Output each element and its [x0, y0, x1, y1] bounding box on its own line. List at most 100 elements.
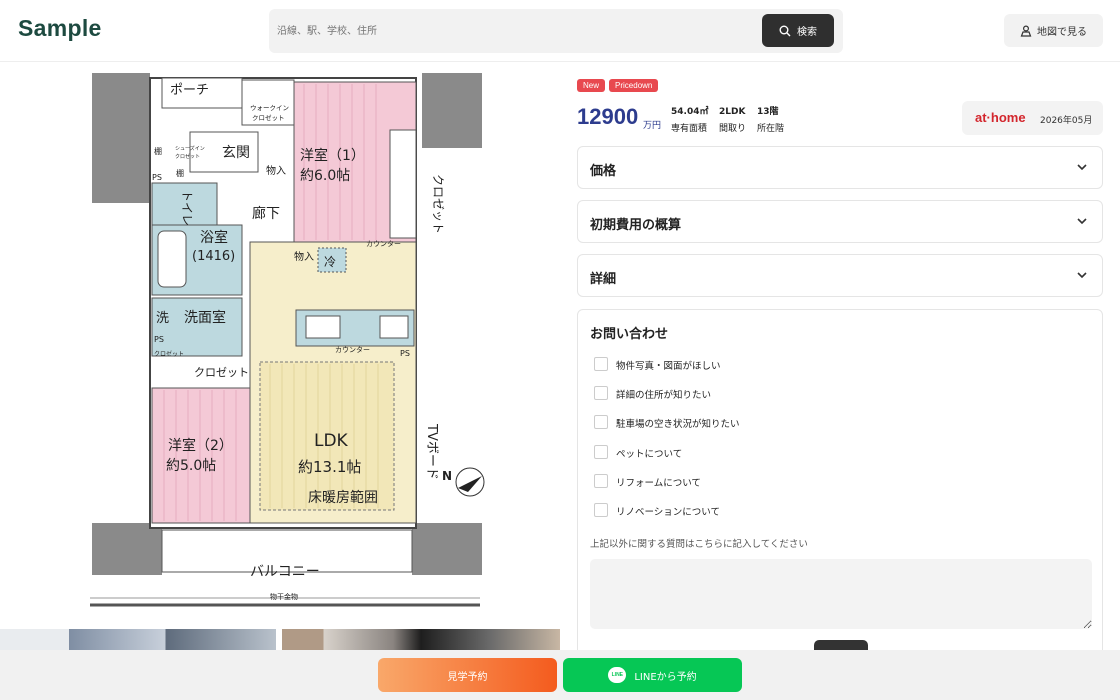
search-button[interactable]: 検索	[762, 14, 834, 47]
label-bath-size: (1416)	[192, 249, 235, 264]
badges: New Pricedown	[577, 79, 659, 92]
accordion-details[interactable]: 詳細	[577, 254, 1103, 297]
pillar-left-top	[92, 73, 150, 203]
contact-title: お問い合わせ	[590, 327, 669, 342]
label-storage2: 物入	[294, 250, 314, 263]
photo-thumbnail[interactable]	[0, 629, 276, 651]
spec-layout-value: 2LDK	[719, 107, 746, 117]
floor-plan-image[interactable]: ポーチ ウォークイン クロゼット 玄関 シューズイン クロゼット 棚 棚 PS …	[80, 70, 500, 615]
chevron-down-icon	[1077, 164, 1087, 171]
spec-floor-value: 13階	[757, 107, 779, 117]
label-tvboard: TVボード	[424, 423, 439, 480]
spec-area: 54.04㎡ 専有面積	[671, 104, 708, 138]
label-counter2: カウンター	[335, 345, 370, 354]
question-textarea[interactable]	[590, 559, 1092, 629]
label-shelf1: 棚	[154, 146, 162, 156]
label-closet2: クロゼット	[194, 366, 249, 379]
visit-reservation-button[interactable]: 見学予約	[378, 658, 557, 692]
label-entrance: 玄関	[222, 144, 250, 161]
checkbox-label: リフォームについて	[616, 478, 701, 489]
checkbox-label: 詳細の住所が知りたい	[616, 390, 712, 401]
label-wash: 洗	[156, 311, 169, 326]
label-ldk: LDK	[314, 431, 349, 451]
accordion-initial-cost-title: 初期費用の概算	[590, 218, 682, 233]
label-bedroom2-size: 約5.0帖	[166, 458, 216, 474]
price-unit: 万円	[643, 121, 662, 131]
contact-note: 上記以外に関する質問はこちらに記入してください	[590, 539, 808, 550]
label-bedroom1: 洋室（1）	[300, 147, 365, 164]
spec-layout: 2LDK 間取り	[719, 104, 746, 138]
chevron-down-icon	[1077, 218, 1087, 225]
label-shoes: シューズイン	[175, 145, 205, 152]
north-label: N	[442, 469, 452, 483]
search-bar	[269, 9, 843, 53]
pillar-right-bottom	[412, 523, 482, 575]
contact-form: お問い合わせ 物件写真・図面がほしい 詳細の住所が知りたい 駐車場の空き状況が知…	[577, 309, 1103, 669]
line-reservation-button[interactable]: LINE LINEから予約	[563, 658, 742, 692]
photo-thumbnails	[0, 629, 560, 651]
checkbox-renovation[interactable]	[594, 503, 608, 517]
checkbox-reform[interactable]	[594, 474, 608, 488]
chevron-down-icon	[1077, 272, 1087, 279]
accordion-price[interactable]: 価格	[577, 146, 1103, 189]
label-bedroom2: 洋室（2）	[168, 437, 233, 454]
label-corridor: 廊下	[252, 205, 280, 222]
label-ps2: PS	[154, 335, 164, 344]
line-reservation-label: LINEから予約	[634, 671, 697, 683]
footer-bar: 見学予約 LINE LINEから予約	[0, 650, 1120, 700]
label-ps1: PS	[152, 173, 162, 182]
spec-floor-label: 所在階	[757, 124, 785, 134]
line-icon: LINE	[608, 667, 627, 683]
label-storage1: 物入	[266, 164, 286, 177]
label-bath: 浴室	[200, 229, 228, 246]
pillar-right-top	[422, 73, 482, 148]
north-arrow-icon: N	[442, 467, 485, 497]
accordion-initial-cost[interactable]: 初期費用の概算	[577, 200, 1103, 243]
label-washroom: 洗面室	[184, 309, 226, 326]
badge-new: New	[577, 79, 606, 92]
label-laundry: 物干金物	[270, 592, 298, 601]
pillar-left-bottom	[92, 523, 162, 575]
badge-pricedown: Pricedown	[609, 79, 659, 92]
spec-floor: 13階 所在階	[757, 104, 784, 138]
checkbox-pets[interactable]	[594, 445, 608, 459]
map-pin-icon	[1020, 25, 1032, 37]
accordion-price-title: 価格	[590, 164, 617, 179]
checkbox-label: 物件写真・図面がほしい	[616, 361, 721, 372]
header: Sample 検索 地図で見る	[0, 0, 1120, 62]
checkbox-label: ペットについて	[616, 449, 683, 460]
athome-logo: at·home	[975, 110, 1026, 125]
map-button-label: 地図で見る	[1037, 27, 1087, 38]
label-closet1: クロゼット	[431, 174, 445, 234]
photo-thumbnail[interactable]	[282, 629, 560, 651]
checkbox-parking[interactable]	[594, 415, 608, 429]
search-icon	[779, 25, 791, 36]
label-floor-heating: 床暖房範囲	[308, 489, 378, 506]
search-input[interactable]	[277, 20, 747, 42]
label-ldk-size: 約13.1帖	[298, 458, 361, 476]
label-ps3: PS	[400, 349, 410, 358]
price-value: 12900	[577, 104, 639, 129]
label-balcony: バルコニー	[250, 564, 320, 580]
label-shoes2: クロゼット	[175, 153, 200, 160]
label-fridge: 冷	[324, 255, 336, 269]
label-toilet: トイレ	[180, 190, 194, 226]
label-porch: ポーチ	[170, 83, 209, 98]
logo[interactable]: Sample	[18, 15, 102, 42]
map-button[interactable]: 地図で見る	[1004, 14, 1103, 47]
checkbox-photos[interactable]	[594, 357, 608, 371]
visit-reservation-label: 見学予約	[447, 671, 488, 683]
source-date: 2026年05月	[1040, 116, 1093, 126]
checkbox-address[interactable]	[594, 386, 608, 400]
label-shelf2: 棚	[176, 168, 184, 178]
spec-area-label: 専有面積	[671, 124, 708, 134]
spec-layout-label: 間取り	[719, 124, 747, 134]
label-walkin: ウォークイン	[250, 104, 289, 112]
label-walkin2: クロゼット	[252, 113, 285, 122]
spec-area-value: 54.04㎡	[671, 107, 709, 117]
checkbox-label: リノベーションについて	[616, 507, 721, 518]
label-bedroom1-size: 約6.0帖	[300, 168, 350, 184]
source-card[interactable]: at·home 2026年05月	[962, 101, 1103, 135]
label-closet-small: クロゼット	[154, 350, 184, 358]
checkbox-label: 駐車場の空き状況が知りたい	[616, 419, 740, 430]
